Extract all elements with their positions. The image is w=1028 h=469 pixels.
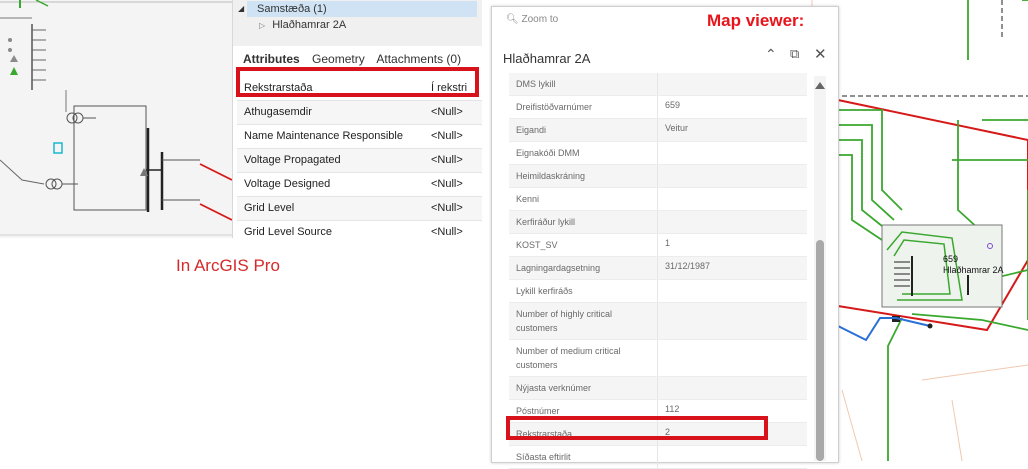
caption-map-viewer: Map viewer: [707, 11, 805, 30]
expand-triangle-icon[interactable]: ▷ [259, 21, 265, 30]
field-name: Síðasta eftirlit [516, 452, 571, 462]
table-row[interactable]: Voltage Propagated <Null> [237, 149, 483, 173]
arcgis-pro-map[interactable] [0, 0, 232, 238]
field-value[interactable]: <Null> [431, 130, 463, 142]
table-row: Heimildaskráning [509, 165, 807, 188]
field-name: Grid Level Source [244, 226, 333, 238]
table-row[interactable]: Grid Level Source <Null> [237, 221, 483, 238]
field-value[interactable]: <Null> [431, 226, 463, 238]
field-name: Heimildaskráning [516, 171, 586, 181]
close-icon[interactable]: ✕ [814, 45, 827, 63]
tree-item-hladhamrar[interactable]: ▷ Hlaðhamrar 2A [259, 19, 346, 31]
table-row: Nýjasta verknúmer [509, 377, 807, 400]
table-row[interactable]: Name Maintenance Responsible <Null> [237, 125, 483, 149]
table-row: Síðasta eftirlit [509, 446, 807, 469]
field-name: Kenni [516, 194, 540, 204]
field-value[interactable]: <Null> [431, 202, 463, 214]
chevron-up-icon[interactable]: ⌃ [765, 46, 777, 63]
field-value[interactable]: <Null> [431, 154, 463, 166]
table-row: KOST_SV 1 [509, 234, 807, 257]
field-name: KOST_SV [516, 240, 558, 250]
table-row: Lykill kerfiráðs [509, 280, 807, 303]
field-name: Dreifistöðvarnúmer [516, 102, 593, 112]
field-name: Eignakóði DMM [516, 148, 580, 158]
field-name: Voltage Propagated [244, 154, 341, 166]
field-name: Nýjasta verknúmer [516, 383, 592, 393]
scrollbar-thumb[interactable] [816, 240, 824, 461]
dock-icon[interactable]: ⧉ [790, 46, 799, 62]
table-row: Number of medium critical customers [509, 340, 807, 377]
tab-attachments[interactable]: Attachments (0) [376, 52, 461, 66]
table-row: Dreifistöðvarnúmer 659 [509, 96, 807, 119]
tab-attributes[interactable]: Attributes [243, 52, 300, 66]
highlight-box-rekstrarstada-pro [236, 67, 479, 97]
field-name: Lagningardagsetning [516, 263, 601, 273]
attributes-pane: ◢ Samstæða (1) ▷ Hlaðhamrar 2A Attribute… [232, 0, 483, 238]
tree-item-label: Hlaðhamrar 2A [272, 19, 347, 31]
field-value[interactable]: <Null> [431, 178, 463, 190]
attribute-tabs: Attributes Geometry Attachments (0) [243, 52, 470, 66]
field-name: Eigandi [516, 125, 547, 135]
table-row: Number of highly critical customers [509, 303, 807, 340]
table-row[interactable]: Grid Level <Null> [237, 197, 483, 221]
field-name: Lykill kerfiráðs [516, 286, 573, 296]
table-row: Eignakóði DMM [509, 142, 807, 165]
table-row: Kerfiráður lykill [509, 211, 807, 234]
table-row: Eigandi Veitur [509, 119, 807, 142]
feature-tree: ◢ Samstæða (1) ▷ Hlaðhamrar 2A [233, 0, 483, 46]
table-row[interactable]: Athugasemdir <Null> [237, 101, 483, 125]
schematic-drawing [0, 0, 232, 236]
table-row: Lagningardagsetning 31/12/1987 [509, 257, 807, 280]
popup-title: Hlaðhamrar 2A [503, 51, 591, 66]
popup-field-table: DMS lykill Dreifistöðvarnúmer 659 Eigandi… [509, 73, 807, 469]
tree-item-label: Samstæða (1) [257, 3, 327, 15]
field-value: Veitur [665, 123, 689, 133]
scroll-up-arrow-icon[interactable] [815, 82, 825, 89]
field-value: 112 [665, 404, 680, 414]
table-row: DMS lykill [509, 73, 807, 96]
table-row[interactable]: Voltage Designed <Null> [237, 173, 483, 197]
search-icon: 🔍︎ [506, 14, 519, 25]
collapse-triangle-icon[interactable]: ◢ [238, 1, 244, 17]
tab-geometry[interactable]: Geometry [312, 52, 365, 66]
field-name: DMS lykill [516, 79, 556, 89]
attribute-grid: Rekstrarstaða Í rekstri Athugasemdir <Null… [237, 77, 483, 238]
field-value: 659 [665, 100, 681, 110]
field-name: Voltage Designed [244, 178, 331, 190]
zoom-to-label: Zoom to [521, 14, 559, 25]
tree-item-samstaeda[interactable]: ◢ Samstæða (1) [238, 1, 477, 17]
zoom-to-button[interactable]: 🔍︎ Zoom to [506, 14, 558, 25]
field-value: 31/12/1987 [665, 261, 711, 271]
highlight-box-rekstrarstada-viewer [506, 416, 768, 440]
field-name: Grid Level [244, 202, 295, 214]
field-name: Name Maintenance Responsible [244, 130, 403, 142]
field-name: Number of highly critical customers [516, 309, 613, 333]
field-value: 1 [665, 238, 671, 248]
field-name: Athugasemdir [244, 106, 312, 118]
field-value[interactable]: <Null> [431, 106, 463, 118]
map-label-number: 659 [943, 254, 958, 264]
field-name: Kerfiráður lykill [516, 217, 576, 227]
caption-arcgis-pro: In ArcGIS Pro [176, 256, 280, 275]
table-row: Kenni [509, 188, 807, 211]
field-name: Number of medium critical customers [516, 346, 621, 370]
map-label-name: Hlaðhamrar 2A [943, 265, 1004, 275]
